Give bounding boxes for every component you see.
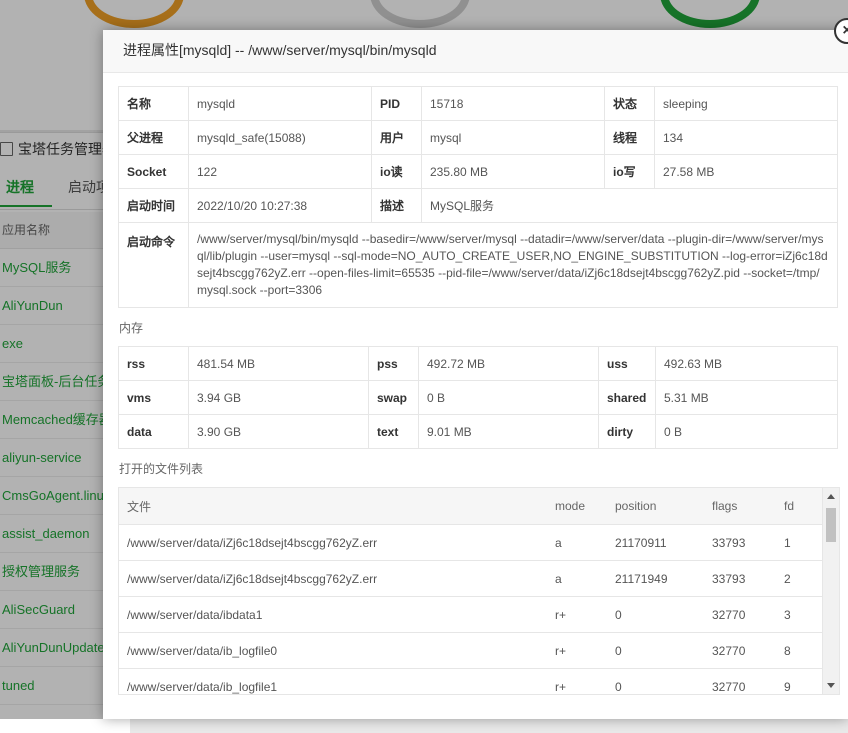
table-row: /www/server/data/iZj6c18dsejt4bscgg762yZ… xyxy=(119,524,822,561)
pid-label: PID xyxy=(371,86,422,121)
file-mode: a xyxy=(547,524,607,561)
file-flags: 33793 xyxy=(704,524,776,561)
desc-value: MySQL服务 xyxy=(421,188,838,223)
file-mode: r+ xyxy=(547,632,607,669)
files-section-title: 打开的文件列表 xyxy=(119,462,204,476)
threads-label: 线程 xyxy=(604,120,655,155)
column-header-flags: flags xyxy=(704,488,776,525)
name-value: mysqld xyxy=(188,86,372,121)
desc-label: 描述 xyxy=(371,188,422,223)
file-fd: 3 xyxy=(776,596,822,633)
scrollbar-thumb[interactable] xyxy=(826,508,836,542)
scroll-down-arrow-icon[interactable] xyxy=(827,683,835,688)
column-header-mode: mode xyxy=(547,488,607,525)
table-row: /www/server/data/ib_logfile1 r+ 0 32770 … xyxy=(119,668,822,694)
uss-label: uss xyxy=(598,346,656,381)
file-position: 0 xyxy=(607,668,704,694)
file-fd: 2 xyxy=(776,560,822,597)
file-mode: a xyxy=(547,560,607,597)
file-path: /www/server/data/iZj6c18dsejt4bscgg762yZ… xyxy=(119,524,547,561)
io-write-label: io写 xyxy=(604,154,655,189)
pss-label: pss xyxy=(368,346,419,381)
start-time-label: 启动时间 xyxy=(118,188,189,223)
open-files-panel[interactable]: 文件 mode position flags fd /www/server/da… xyxy=(118,487,840,695)
socket-value: 122 xyxy=(188,154,372,189)
threads-value: 134 xyxy=(654,120,838,155)
files-scrollbar[interactable] xyxy=(822,488,839,694)
table-row: /www/server/data/ibdata1 r+ 0 32770 3 xyxy=(119,596,822,633)
vms-value: 3.94 GB xyxy=(188,380,369,415)
process-properties-dialog: 进程属性[mysqld] -- /www/server/mysql/bin/my… xyxy=(103,18,848,719)
file-flags: 32770 xyxy=(704,668,776,694)
dirty-label: dirty xyxy=(598,414,656,449)
rss-label: rss xyxy=(118,346,189,381)
table-row: /www/server/data/ib_logfile0 r+ 0 32770 … xyxy=(119,632,822,669)
file-flags: 33793 xyxy=(704,560,776,597)
text-label: text xyxy=(368,414,419,449)
file-fd: 8 xyxy=(776,632,822,669)
swap-label: swap xyxy=(368,380,419,415)
io-write-value: 27.58 MB xyxy=(654,154,838,189)
table-row: /www/server/data/iZj6c18dsejt4bscgg762yZ… xyxy=(119,560,822,597)
pss-value: 492.72 MB xyxy=(418,346,599,381)
file-path: /www/server/data/ib_logfile0 xyxy=(119,632,547,669)
start-time-value: 2022/10/20 10:27:38 xyxy=(188,188,372,223)
status-label: 状态 xyxy=(604,86,655,121)
file-position: 0 xyxy=(607,632,704,669)
process-info-table: 名称 mysqld PID 15718 状态 sleeping 父进程 mysq… xyxy=(118,86,838,308)
file-mode: r+ xyxy=(547,596,607,633)
user-value: mysql xyxy=(421,120,605,155)
uss-value: 492.63 MB xyxy=(655,346,838,381)
column-header-position: position xyxy=(607,488,704,525)
name-label: 名称 xyxy=(118,86,189,121)
io-read-value: 235.80 MB xyxy=(421,154,605,189)
dirty-value: 0 B xyxy=(655,414,838,449)
file-mode: r+ xyxy=(547,668,607,694)
file-path: /www/server/data/ibdata1 xyxy=(119,596,547,633)
status-value: sleeping xyxy=(654,86,838,121)
cmd-label: 启动命令 xyxy=(118,222,189,308)
parent-value: mysqld_safe(15088) xyxy=(188,120,372,155)
parent-label: 父进程 xyxy=(118,120,189,155)
column-header-fd: fd xyxy=(776,488,822,525)
file-position: 21171949 xyxy=(607,560,704,597)
swap-value: 0 B xyxy=(418,380,599,415)
pid-value: 15718 xyxy=(421,86,605,121)
file-path: /www/server/data/iZj6c18dsejt4bscgg762yZ… xyxy=(119,560,547,597)
data-label: data xyxy=(118,414,189,449)
open-files-table: 文件 mode position flags fd /www/server/da… xyxy=(119,488,822,694)
dialog-title: 进程属性[mysqld] -- /www/server/mysql/bin/my… xyxy=(103,30,848,73)
data-value: 3.90 GB xyxy=(188,414,369,449)
file-fd: 9 xyxy=(776,668,822,694)
socket-label: Socket xyxy=(118,154,189,189)
file-path: /www/server/data/ib_logfile1 xyxy=(119,668,547,694)
dialog-body: 名称 mysqld PID 15718 状态 sleeping 父进程 mysq… xyxy=(118,86,840,695)
vms-label: vms xyxy=(118,380,189,415)
scroll-up-arrow-icon[interactable] xyxy=(827,494,835,499)
file-flags: 32770 xyxy=(704,596,776,633)
text-value: 9.01 MB xyxy=(418,414,599,449)
column-header-file: 文件 xyxy=(119,488,547,525)
memory-section-title: 内存 xyxy=(119,321,144,335)
rss-value: 481.54 MB xyxy=(188,346,369,381)
file-fd: 1 xyxy=(776,524,822,561)
file-position: 21170911 xyxy=(607,524,704,561)
memory-table: rss 481.54 MB pss 492.72 MB uss 492.63 M… xyxy=(118,346,838,449)
cmd-value: /www/server/mysql/bin/mysqld --basedir=/… xyxy=(188,222,838,308)
file-position: 0 xyxy=(607,596,704,633)
shared-value: 5.31 MB xyxy=(655,380,838,415)
user-label: 用户 xyxy=(371,120,422,155)
shared-label: shared xyxy=(598,380,656,415)
io-read-label: io读 xyxy=(371,154,422,189)
file-flags: 32770 xyxy=(704,632,776,669)
